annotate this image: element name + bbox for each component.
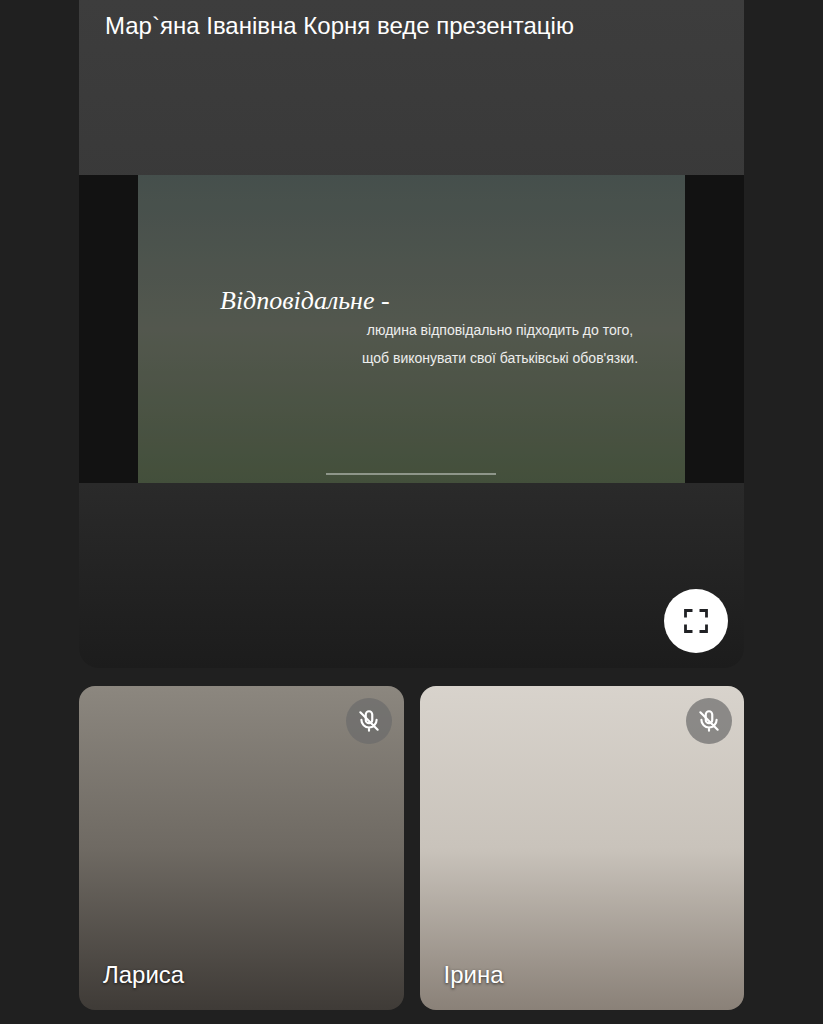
mic-off-icon [356,708,382,734]
slide: Відповідальне -людина відповідально підх… [138,175,685,483]
presentation-tile[interactable]: Мар`яна Іванівна Корня веде презентацію В… [79,0,744,668]
mute-indicator [346,698,392,744]
participant-tile[interactable]: Лариса [79,686,404,1010]
slide-body: людина відповідально підходить до того, … [355,316,645,372]
mute-indicator [686,698,732,744]
mic-off-icon [696,708,722,734]
presenter-title: Мар`яна Іванівна Корня веде презентацію [105,10,718,42]
fullscreen-button[interactable] [664,589,728,653]
slide-heading: Відповідальне - [220,286,685,316]
participant-name: Ірина [444,960,504,990]
participant-name: Лариса [103,960,184,990]
participant-tile[interactable]: Ірина [420,686,745,1010]
fullscreen-icon [682,607,710,635]
slide-band: Відповідальне -людина відповідально підх… [79,175,744,483]
